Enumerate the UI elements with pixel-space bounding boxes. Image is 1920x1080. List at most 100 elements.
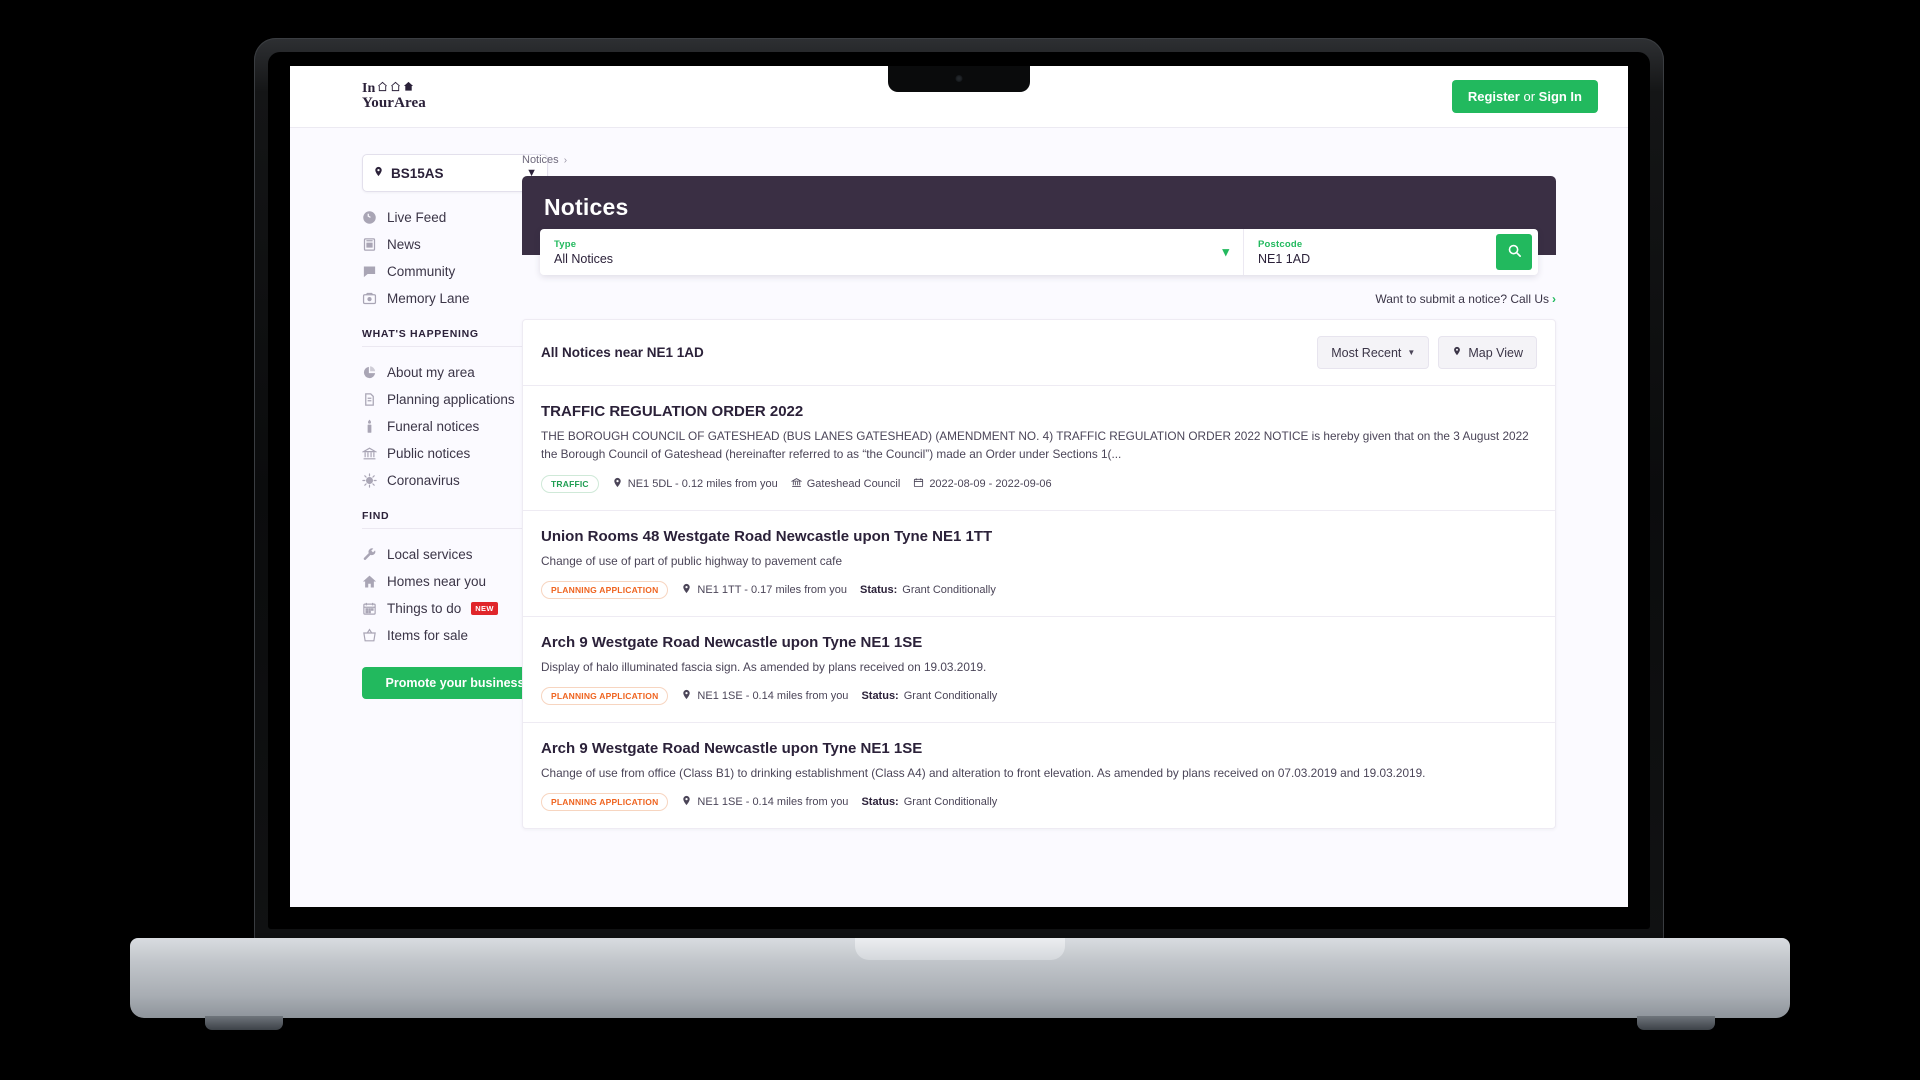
notice-search-form: Type All Notices ▾ Postcode NE1 1AD [540, 229, 1538, 275]
postcode-selector[interactable]: BS15AS ▼ [362, 154, 548, 192]
notice-location: NE1 1TT - 0.17 miles from you [681, 583, 847, 597]
basket-icon [362, 628, 377, 643]
notice-description: THE BOROUGH COUNCIL OF GATESHEAD (BUS LA… [541, 429, 1529, 462]
postcode-input[interactable]: Postcode NE1 1AD [1244, 229, 1496, 275]
sort-dropdown[interactable]: Most Recent ▼ [1317, 336, 1430, 369]
laptop-bezel-inner: In YourArea Register or Sign In BS15AS ▼… [268, 52, 1650, 929]
breadcrumb-item-notices[interactable]: Notices [522, 154, 559, 166]
site-logo[interactable]: In YourArea [362, 81, 426, 112]
toolbar-actions: Most Recent ▼ Map View [1317, 336, 1537, 369]
sidebar-item-label: Items for sale [387, 628, 469, 643]
chat-bubble-icon [362, 264, 377, 279]
sidebar-item-planning-applications[interactable]: Planning applications [362, 386, 548, 413]
notice-type-badge: TRAFFIC [541, 474, 599, 493]
submit-notice-link[interactable]: Want to submit a notice? Call Us › [522, 292, 1556, 306]
location-pin-icon [681, 689, 692, 703]
signin-label: Sign In [1538, 89, 1582, 104]
page-root: In YourArea Register or Sign In BS15AS ▼… [290, 66, 1628, 907]
notice-item[interactable]: TRAFFIC REGULATION ORDER 2022 THE BOROUGH… [523, 386, 1555, 511]
location-pin-icon [373, 165, 384, 181]
notice-description: Display of halo illuminated fascia sign.… [541, 659, 987, 674]
logo-line-2: YourArea [362, 95, 426, 112]
notice-type-badge: PLANNING APPLICATION [541, 687, 669, 706]
submit-notice-text: Want to submit a notice? Call Us [1375, 292, 1549, 306]
register-or: or [1519, 89, 1539, 104]
sidebar-item-items-for-sale[interactable]: Items for sale [362, 622, 548, 649]
nav-whats-happening: About my area Planning applications Funera… [362, 359, 548, 494]
calendar-icon [362, 601, 377, 616]
notice-type-badge: PLANNING APPLICATION [541, 580, 669, 599]
notice-status-value: Grant Conditionally [902, 583, 996, 596]
sidebar-item-memory-lane[interactable]: Memory Lane [362, 285, 548, 312]
laptop-mockup: In YourArea Register or Sign In BS15AS ▼… [254, 38, 1664, 943]
location-pin-icon [681, 795, 692, 809]
sidebar-item-label: Planning applications [387, 392, 515, 407]
base-notch [855, 938, 1065, 960]
notice-location-text: NE1 5DL - 0.12 miles from you [627, 477, 778, 490]
notice-title[interactable]: Arch 9 Westgate Road Newcastle upon Tyne… [541, 634, 1537, 651]
nav-primary: Live Feed News Community Memory Lane [362, 204, 548, 312]
caret-down-icon: ▼ [1407, 348, 1416, 357]
promote-business-button[interactable]: Promote your business [362, 667, 548, 699]
notice-item[interactable]: Arch 9 Westgate Road Newcastle upon Tyne… [523, 617, 1555, 724]
notice-status: Status: Grant Conditionally [860, 584, 996, 596]
postcode-label: Postcode [1258, 238, 1303, 250]
sidebar-item-things-to-do[interactable]: Things to do NEW [362, 595, 548, 622]
notice-status: Status: Grant Conditionally [861, 796, 997, 808]
sidebar-item-label: Coronavirus [387, 473, 460, 488]
page-title: Notices [544, 194, 629, 220]
notice-meta: PLANNING APPLICATION NE1 1SE - 0.14 miles… [541, 687, 1537, 706]
laptop-foot-left [205, 1016, 283, 1030]
sidebar-item-public-notices[interactable]: Public notices [362, 440, 548, 467]
sidebar-item-coronavirus[interactable]: Coronavirus [362, 467, 548, 494]
notice-item[interactable]: Arch 9 Westgate Road Newcastle upon Tyne… [523, 723, 1555, 828]
notice-location: NE1 1SE - 0.14 miles from you [681, 689, 848, 703]
sidebar-item-news[interactable]: News [362, 231, 548, 258]
notice-status-value: Grant Conditionally [903, 690, 998, 703]
logo-line-1: In [362, 81, 426, 96]
document-icon [362, 392, 377, 407]
search-icon [1507, 243, 1522, 261]
notice-council-text: Gateshead Council [806, 477, 901, 490]
notice-title[interactable]: Arch 9 Westgate Road Newcastle upon Tyne… [541, 740, 1537, 757]
notice-description: Change of use from office (Class B1) to … [541, 766, 1426, 781]
virus-icon [362, 473, 377, 488]
notice-meta: PLANNING APPLICATION NE1 1SE - 0.14 miles… [541, 793, 1537, 812]
sidebar-item-label: Local services [387, 547, 473, 562]
sidebar-item-label: About my area [387, 365, 475, 380]
register-signin-button[interactable]: Register or Sign In [1451, 80, 1598, 113]
breadcrumb-separator-icon: › [563, 154, 568, 166]
sidebar-item-homes-near-you[interactable]: Homes near you [362, 568, 548, 595]
sidebar-item-live-feed[interactable]: Live Feed [362, 204, 548, 231]
clock-icon [362, 210, 377, 225]
main-content: Notices › Notices Type All Notices ▾ Pos… [522, 154, 1628, 830]
sort-label: Most Recent [1331, 345, 1402, 360]
type-select[interactable]: Type All Notices ▾ [540, 229, 1244, 275]
notice-type-badge: PLANNING APPLICATION [541, 793, 669, 812]
house-outline-icon-2 [390, 81, 401, 96]
sidebar-item-label: Funeral notices [387, 419, 480, 434]
notice-title[interactable]: TRAFFIC REGULATION ORDER 2022 [541, 403, 1537, 420]
notice-status-label: Status: [860, 583, 898, 596]
notice-item[interactable]: Union Rooms 48 Westgate Road Newcastle u… [523, 511, 1555, 617]
house-filled-icon [403, 81, 414, 96]
sidebar-item-about-my-area[interactable]: About my area [362, 359, 548, 386]
type-value: All Notices [554, 251, 614, 266]
results-toolbar: All Notices near NE1 1AD Most Recent ▼ M… [523, 320, 1555, 386]
sidebar-item-local-services[interactable]: Local services [362, 541, 548, 568]
postcode-value: BS15AS [391, 165, 444, 181]
notice-status: Status: Grant Conditionally [861, 690, 997, 702]
notice-status-label: Status: [861, 796, 899, 809]
laptop-bezel: In YourArea Register or Sign In BS15AS ▼… [254, 38, 1664, 943]
map-view-label: Map View [1468, 345, 1523, 360]
sidebar-item-funeral-notices[interactable]: Funeral notices [362, 413, 548, 440]
sidebar-item-community[interactable]: Community [362, 258, 548, 285]
map-view-button[interactable]: Map View [1438, 336, 1537, 369]
breadcrumb: Notices › [522, 154, 1556, 166]
webcam-notch [888, 66, 1030, 92]
notice-location-text: NE1 1TT - 0.17 miles from you [697, 583, 847, 596]
search-button[interactable] [1496, 234, 1532, 270]
notice-dates: 2022-08-09 - 2022-09-06 [913, 477, 1052, 491]
notice-title[interactable]: Union Rooms 48 Westgate Road Newcastle u… [541, 528, 1537, 545]
section-whats-happening: WHAT'S HAPPENING [362, 328, 548, 347]
